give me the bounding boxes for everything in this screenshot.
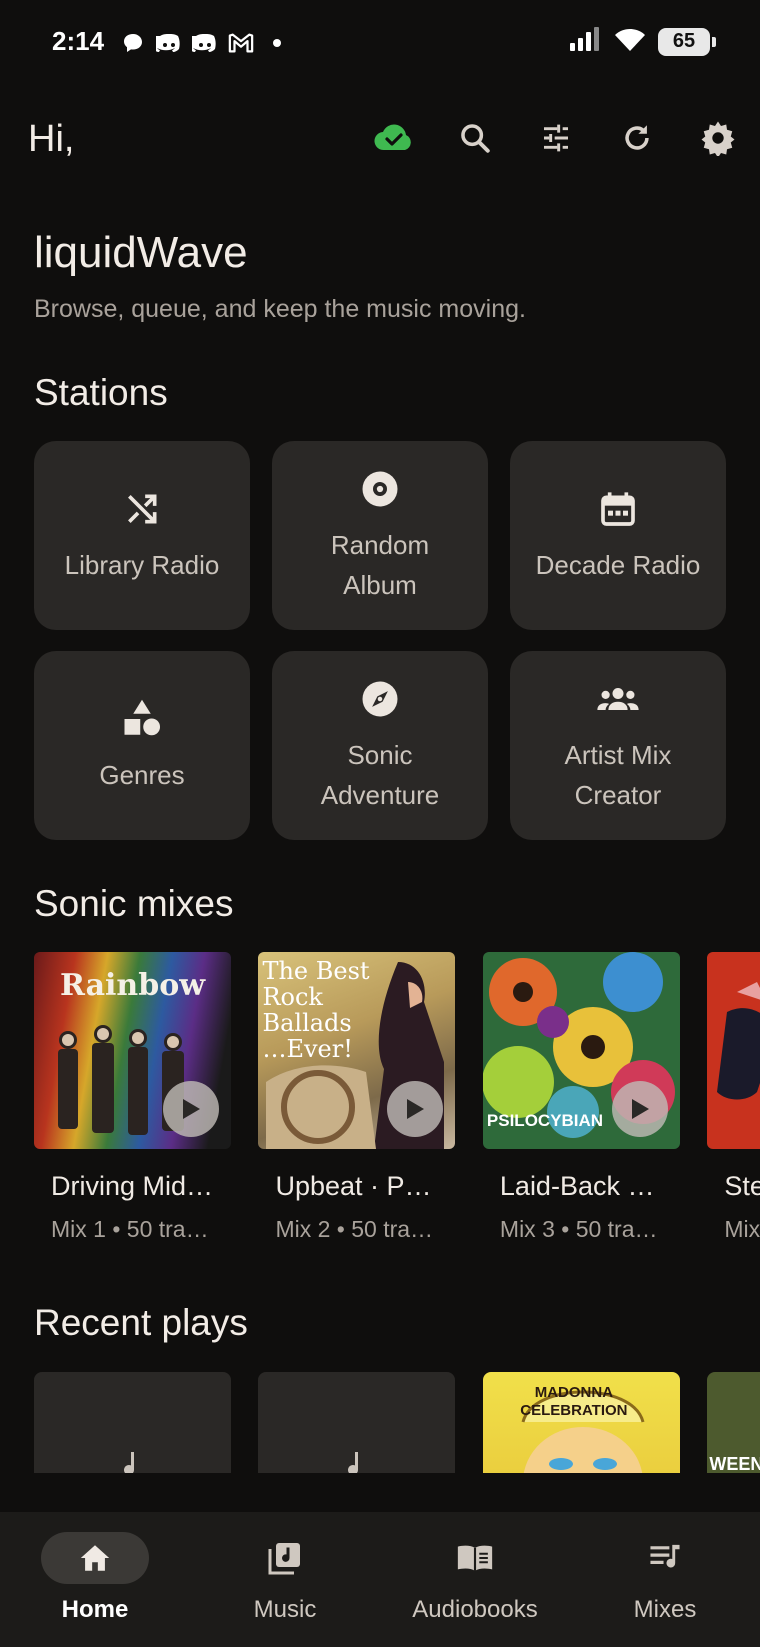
mix-card[interactable]: Stea Mix <box>707 952 760 1243</box>
nav-label: Music <box>253 1596 317 1623</box>
disc-icon <box>358 467 402 511</box>
signal-icon <box>568 26 602 57</box>
station-artist-mix-creator[interactable]: Artist Mix Creator <box>510 651 726 840</box>
mix-card[interactable]: PSILOCYBIAN Laid-Back … Mix 3 • 50 tra… <box>482 952 680 1243</box>
music-note-icon <box>346 1450 368 1473</box>
notification-icons <box>120 30 290 56</box>
dot-icon <box>264 30 290 56</box>
station-label: Decade Radio <box>535 549 701 580</box>
mix-title: Laid-Back … <box>499 1171 655 1201</box>
recent-play-card[interactable] <box>34 1372 231 1473</box>
search-icon[interactable] <box>453 116 497 160</box>
station-genres[interactable]: Genres <box>34 651 250 840</box>
queue-music-icon <box>611 1532 719 1584</box>
station-label: Library Radio <box>64 549 220 580</box>
status-time: 2:14 <box>52 26 105 56</box>
mix-cover-art: PSILOCYBIAN <box>482 952 680 1149</box>
compass-icon <box>358 677 402 721</box>
top-app-bar: Hi, <box>0 100 760 180</box>
station-label: Genres <box>99 759 185 790</box>
nav-label: Audiobooks <box>412 1596 538 1623</box>
header-actions <box>335 116 740 160</box>
recent-plays-heading: Recent plays <box>34 1302 248 1343</box>
shuffle-icon <box>120 487 164 531</box>
nav-mixes[interactable]: Mixes <box>570 1512 760 1647</box>
shapes-icon <box>120 697 164 741</box>
cloud-synced-icon[interactable] <box>372 116 416 160</box>
cover-text: WEEN <box>709 1454 760 1473</box>
mix-subtitle: Mix 1 • 50 tra… <box>51 1216 209 1242</box>
mix-card[interactable]: The Best Rock Ballads …Ever! Upbeat · P…… <box>258 952 456 1243</box>
sonic-mixes-carousel[interactable]: Rainbow Driving Mid… Mix 1 • 50 tra… The… <box>34 952 760 1243</box>
mix-subtitle: Mix 2 • 50 tra… <box>275 1216 434 1242</box>
music-note-icon <box>122 1450 144 1473</box>
nav-music[interactable]: Music <box>190 1512 380 1647</box>
nav-label: Mixes <box>633 1596 697 1623</box>
station-label: Artist Mix Creator <box>564 739 672 810</box>
cover-illustration <box>717 982 760 1100</box>
cover-text: MADONNA CELEBRATION <box>520 1384 628 1419</box>
nav-home[interactable]: Home <box>0 1512 190 1647</box>
music-library-icon <box>231 1532 339 1584</box>
chat-bubble-icon <box>120 30 146 56</box>
settings-icon[interactable] <box>696 116 740 160</box>
station-random-album[interactable]: Random Album <box>272 441 488 630</box>
cover-text: Rainbow <box>59 968 206 1003</box>
nav-audiobooks[interactable]: Audiobooks <box>380 1512 570 1647</box>
recent-play-card[interactable]: WEEN <box>707 1372 760 1473</box>
mix-title: Stea <box>724 1171 760 1201</box>
book-icon <box>421 1532 529 1584</box>
station-library-radio[interactable]: Library Radio <box>34 441 250 630</box>
station-label: Random Album <box>330 529 430 600</box>
mix-title: Upbeat · P… <box>275 1171 432 1201</box>
play-button[interactable] <box>163 1081 219 1137</box>
discord-icon <box>156 30 182 56</box>
stations-heading: Stations <box>34 372 168 413</box>
mix-subtitle: Mix 3 • 50 tra… <box>499 1216 658 1242</box>
station-decade-radio[interactable]: Decade Radio <box>510 441 726 630</box>
wifi-icon <box>614 26 646 57</box>
mix-subtitle: Mix <box>724 1216 760 1242</box>
station-sonic-adventure[interactable]: Sonic Adventure <box>272 651 488 840</box>
system-status: 65 <box>568 26 716 57</box>
group-icon <box>596 677 640 721</box>
recent-play-card[interactable] <box>258 1372 456 1473</box>
app-title: liquidWave <box>34 228 248 277</box>
greeting-text: Hi, <box>28 118 75 160</box>
bottom-navigation: Home Music Audiobooks Mixes <box>0 1512 760 1647</box>
status-bar: 2:14 65 <box>0 0 760 88</box>
app-subtitle: Browse, queue, and keep the music moving… <box>34 295 526 323</box>
mix-card[interactable]: Rainbow Driving Mid… Mix 1 • 50 tra… <box>34 952 231 1243</box>
battery-indicator: 65 <box>658 27 716 56</box>
mix-cover-art: The Best Rock Ballads …Ever! <box>258 952 456 1149</box>
calendar-icon <box>596 487 640 531</box>
refresh-icon[interactable] <box>615 116 659 160</box>
mix-cover-art: Rainbow <box>34 952 231 1149</box>
discord-icon <box>192 30 218 56</box>
nav-label: Home <box>61 1596 129 1623</box>
mix-cover-art <box>707 952 760 1149</box>
gmail-icon <box>228 30 254 56</box>
sonic-mixes-heading: Sonic mixes <box>34 883 234 924</box>
home-icon <box>41 1532 149 1584</box>
play-button[interactable] <box>611 1081 668 1137</box>
tune-icon[interactable] <box>534 116 578 160</box>
recent-plays-carousel[interactable]: MADONNA CELEBRATION WEEN <box>34 1372 760 1473</box>
recent-play-card[interactable]: MADONNA CELEBRATION <box>482 1372 680 1473</box>
station-label: Sonic Adventure <box>320 739 440 810</box>
stations-grid: Library Radio Random Album Decade Radio … <box>34 441 726 840</box>
cover-text: PSILOCYBIAN <box>486 1111 604 1130</box>
mix-title: Driving Mid… <box>51 1171 214 1201</box>
